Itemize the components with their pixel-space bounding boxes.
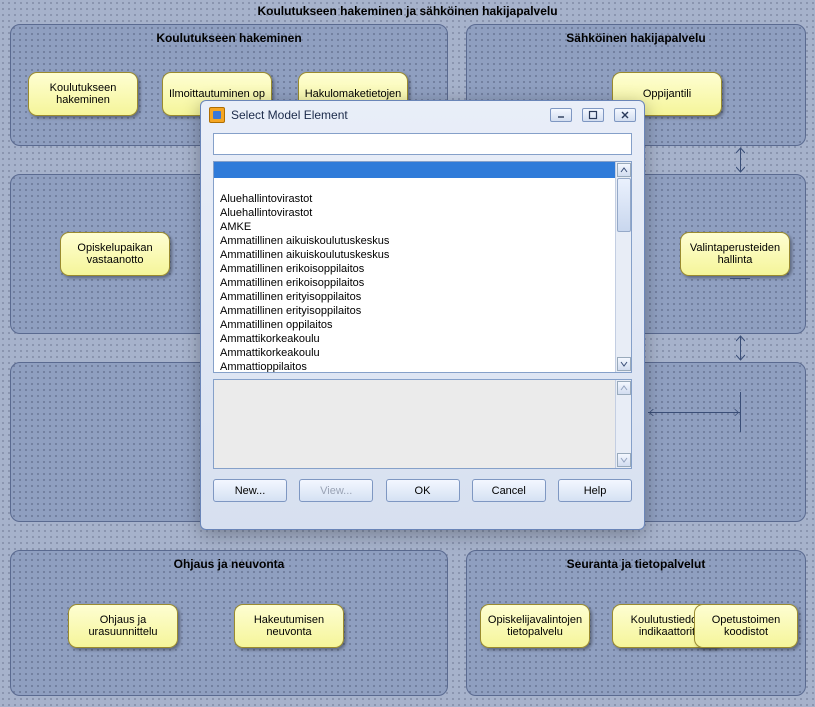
minimize-button[interactable] (550, 108, 572, 122)
node-label: Opetustoimen koodistot (701, 614, 791, 638)
node-label: Oppijantili (643, 88, 691, 100)
close-button[interactable] (614, 108, 636, 122)
list-item[interactable]: Ammatillinen erikoisoppilaitos (220, 262, 625, 276)
node-valintaperusteiden-hallinta[interactable]: Valintaperusteiden hallinta (680, 232, 790, 276)
panel-title: Sähköinen hakijapalvelu (467, 25, 805, 47)
list-item[interactable]: Ammatillinen aikuiskoulutuskeskus (220, 248, 625, 262)
dialog-title: Select Model Element (231, 108, 540, 122)
dialog-titlebar[interactable]: Select Model Element (201, 101, 644, 129)
node-label: Valintaperusteiden hallinta (687, 242, 783, 266)
button-label: View... (320, 485, 352, 497)
node-opetustoimen-koodistot[interactable]: Opetustoimen koodistot (694, 604, 798, 648)
list-item[interactable]: Ammattioppilaitos (220, 360, 625, 373)
panel-title: Seuranta ja tietopalvelut (467, 551, 805, 573)
dimension-arrow (648, 412, 740, 413)
list-scrollbar[interactable] (615, 162, 631, 372)
button-label: New... (235, 485, 266, 497)
scroll-track[interactable] (617, 178, 631, 356)
list-selected-row[interactable] (214, 162, 631, 178)
node-hakeutumisen-neuvonta[interactable]: Hakeutumisen neuvonta (234, 604, 344, 648)
element-list[interactable]: AluehallintovirastotAluehallintovirastot… (213, 161, 632, 373)
node-opiskelupaikan-vastaanotto[interactable]: Opiskelupaikan vastaanotto (60, 232, 170, 276)
list-item[interactable]: Ammattikorkeakoulu (220, 346, 625, 360)
panel-title: Koulutukseen hakeminen (11, 25, 447, 47)
scroll-up-button[interactable] (617, 163, 631, 177)
node-label: Koulutukseen hakeminen (35, 82, 131, 106)
scroll-track[interactable] (617, 396, 631, 452)
scroll-up-button[interactable] (617, 381, 631, 395)
list-item[interactable]: Ammatillinen aikuiskoulutuskeskus (220, 234, 625, 248)
maximize-button[interactable] (582, 108, 604, 122)
node-label: Ilmoittautuminen op (169, 88, 265, 100)
button-label: Help (584, 485, 607, 497)
node-opiskelijavalintojen-tietopalvelu[interactable]: Opiskelijavalintojen tietopalvelu (480, 604, 590, 648)
scroll-thumb[interactable] (617, 178, 631, 232)
scroll-down-button[interactable] (617, 357, 631, 371)
description-pane (213, 379, 632, 469)
node-label: Hakulomaketietojen (305, 88, 402, 100)
diagram-canvas: Koulutukseen hakeminen ja sähköinen haki… (0, 0, 815, 707)
node-label: Opiskelijavalintojen tietopalvelu (487, 614, 583, 638)
dimension-arrow (740, 336, 741, 360)
scroll-down-button[interactable] (617, 453, 631, 467)
view-button: View... (299, 479, 373, 502)
dimension-arrow (740, 148, 741, 172)
guide-line (730, 278, 750, 279)
node-koulutukseen-hakeminen[interactable]: Koulutukseen hakeminen (28, 72, 138, 116)
list-item[interactable]: Ammatillinen erityisoppilaitos (220, 290, 625, 304)
select-model-element-dialog: Select Model Element Aluehallintovirasto… (200, 100, 645, 530)
list-item[interactable]: Aluehallintovirastot (220, 192, 625, 206)
node-label: Hakeutumisen neuvonta (241, 614, 337, 638)
desc-scrollbar[interactable] (615, 380, 631, 468)
list-item[interactable]: Ammattikorkeakoulu (220, 332, 625, 346)
list-item[interactable]: Ammatillinen oppilaitos (220, 318, 625, 332)
guide-line (740, 392, 741, 432)
main-title: Koulutukseen hakeminen ja sähköinen haki… (0, 0, 815, 22)
app-icon (209, 107, 225, 123)
ok-button[interactable]: OK (386, 479, 460, 502)
help-button[interactable]: Help (558, 479, 632, 502)
panel-title: Ohjaus ja neuvonta (11, 551, 447, 573)
button-label: Cancel (492, 485, 526, 497)
cancel-button[interactable]: Cancel (472, 479, 546, 502)
button-label: OK (415, 485, 431, 497)
search-input[interactable] (213, 133, 632, 155)
dialog-button-row: New... View... OK Cancel Help (213, 475, 632, 502)
list-item[interactable]: Aluehallintovirastot (220, 206, 625, 220)
node-label: Ohjaus ja urasuunnittelu (75, 614, 171, 638)
node-label: Opiskelupaikan vastaanotto (67, 242, 163, 266)
new-button[interactable]: New... (213, 479, 287, 502)
node-ohjaus-ja-urasuunnittelu[interactable]: Ohjaus ja urasuunnittelu (68, 604, 178, 648)
list-item[interactable]: Ammatillinen erityisoppilaitos (220, 304, 625, 318)
list-item[interactable]: AMKE (220, 220, 625, 234)
list-item[interactable]: Ammatillinen erikoisoppilaitos (220, 276, 625, 290)
